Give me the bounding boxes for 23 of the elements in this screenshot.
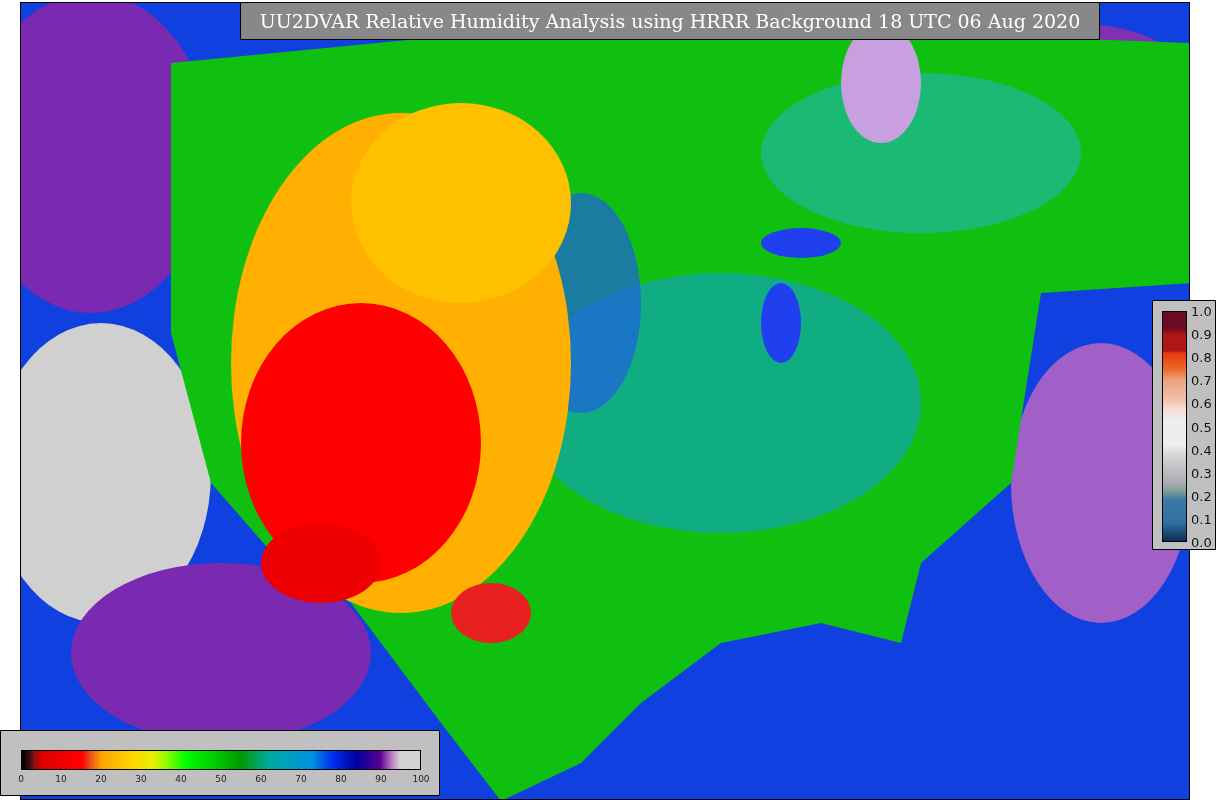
map-title: UU2DVAR Relative Humidity Analysis using HRRR Background 18 UTC 06 Aug 2020 bbox=[240, 2, 1100, 40]
colorbar-tick-label: 0.2 bbox=[1191, 488, 1212, 504]
colorbar-tick-label: 20 bbox=[95, 774, 107, 784]
colorbar-tick-label: 50 bbox=[215, 774, 227, 784]
colorbar-tick-label: 0.5 bbox=[1191, 419, 1212, 434]
colorbar-tick-label: 80 bbox=[335, 774, 347, 784]
colorbar-tick-label: 0.3 bbox=[1191, 465, 1212, 481]
colorbar-tick-label: 10 bbox=[55, 774, 67, 784]
colorbar-tick-label: 30 bbox=[135, 774, 147, 784]
colorbar-tick-label: 0.7 bbox=[1191, 372, 1212, 388]
colorbar-tick-label: 90 bbox=[375, 774, 387, 784]
colorbar-tick-label: 0.1 bbox=[1191, 511, 1212, 527]
colorbar-tick-label: 0.6 bbox=[1191, 395, 1212, 411]
colorbar-tick-label: 40 bbox=[175, 774, 187, 784]
colorbar-tick-label: 0.8 bbox=[1191, 349, 1212, 365]
colorbar-tick-label: 70 bbox=[295, 774, 307, 784]
colorbar-tick-label: 100 bbox=[412, 774, 430, 784]
colorbar-tick-label: 0 bbox=[18, 774, 24, 784]
colorbar-tick-label: 0.4 bbox=[1191, 442, 1212, 458]
colorbar-tick-label: 1.0 bbox=[1191, 303, 1212, 319]
colorbar-tick-label: 60 bbox=[255, 774, 267, 784]
colorbar-tick-label: 0.0 bbox=[1191, 534, 1212, 550]
colorbar-tick-label: 0.9 bbox=[1191, 326, 1212, 342]
